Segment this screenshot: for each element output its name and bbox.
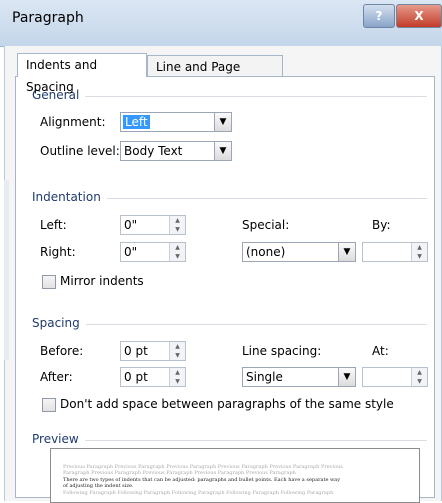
chevron-down-icon[interactable]: ▼	[338, 368, 355, 386]
spin-down-icon[interactable]: ▼	[411, 377, 427, 386]
spin-down-icon[interactable]: ▼	[169, 351, 185, 360]
mirror-indents-checkbox[interactable]	[42, 275, 56, 289]
preview-previous-line-2: Paragraph Previous Paragraph Previous Pa…	[63, 470, 296, 476]
before-label: Before:	[40, 344, 84, 358]
alignment-select[interactable]: Left ▼	[120, 112, 232, 132]
tab-line-and-page-breaks[interactable]: Line and Page Breaks	[147, 55, 283, 96]
dont-add-space-checkbox[interactable]	[42, 398, 56, 412]
spacing-before-value: 0 pt	[124, 344, 148, 358]
outline-level-value: Body Text	[124, 144, 183, 158]
indentation-heading: Indentation	[32, 190, 107, 204]
special-select[interactable]: (none) ▼	[242, 242, 356, 262]
window-edge	[4, 180, 9, 360]
preview-box: Previous Paragraph Previous Paragraph Pr…	[50, 448, 420, 503]
general-divider	[32, 96, 427, 97]
left-indent-value: 0"	[124, 218, 138, 232]
right-indent-label: Right:	[40, 245, 76, 259]
window-title: Paragraph	[12, 10, 84, 26]
line-spacing-select[interactable]: Single ▼	[242, 367, 356, 387]
special-value: (none)	[246, 245, 286, 259]
dont-add-space-label[interactable]: Don't add space between paragraphs of th…	[60, 397, 394, 411]
tab-indents-and-spacing[interactable]: Indents and Spacing	[17, 53, 147, 94]
outline-level-select[interactable]: Body Text ▼	[120, 141, 232, 161]
chevron-down-icon[interactable]: ▼	[338, 243, 355, 261]
preview-divider	[32, 440, 427, 441]
by-label: By:	[372, 218, 391, 232]
at-label: At:	[372, 344, 389, 358]
spacing-divider	[32, 324, 427, 325]
spacing-after-value: 0 pt	[124, 370, 148, 384]
spin-down-icon[interactable]: ▼	[169, 225, 185, 234]
at-spinner[interactable]: ▲ ▼	[362, 367, 428, 387]
chevron-down-icon[interactable]: ▼	[214, 142, 231, 160]
outline-level-label: Outline level:	[40, 144, 120, 158]
preview-heading: Preview	[32, 432, 85, 446]
line-spacing-label: Line spacing:	[242, 344, 322, 358]
alignment-label: Alignment:	[40, 115, 106, 129]
spacing-before-spinner[interactable]: 0 pt ▲ ▼	[120, 341, 186, 361]
by-spinner[interactable]: ▲ ▼	[362, 242, 428, 262]
spacing-after-spinner[interactable]: 0 pt ▲ ▼	[120, 367, 186, 387]
spin-down-icon[interactable]: ▼	[169, 377, 185, 386]
after-label: After:	[40, 370, 73, 384]
mirror-indents-label[interactable]: Mirror indents	[60, 274, 144, 288]
chevron-down-icon[interactable]: ▼	[214, 113, 231, 131]
left-indent-label: Left:	[40, 218, 67, 232]
spin-down-icon[interactable]: ▼	[169, 252, 185, 261]
spacing-heading: Spacing	[32, 316, 86, 330]
special-label: Special:	[242, 218, 290, 232]
close-button[interactable]: X	[396, 4, 442, 28]
preview-following-line-1: Following Paragraph Following Paragraph …	[63, 490, 334, 496]
right-indent-value: 0"	[124, 245, 138, 259]
line-spacing-value: Single	[246, 370, 283, 384]
preview-main-line-2: of adjusting the indent size.	[63, 483, 134, 489]
spin-down-icon[interactable]: ▼	[411, 252, 427, 261]
right-indent-spinner[interactable]: 0" ▲ ▼	[120, 242, 186, 262]
left-indent-spinner[interactable]: 0" ▲ ▼	[120, 215, 186, 235]
alignment-value: Left	[123, 115, 150, 129]
help-button[interactable]: ?	[363, 4, 395, 28]
